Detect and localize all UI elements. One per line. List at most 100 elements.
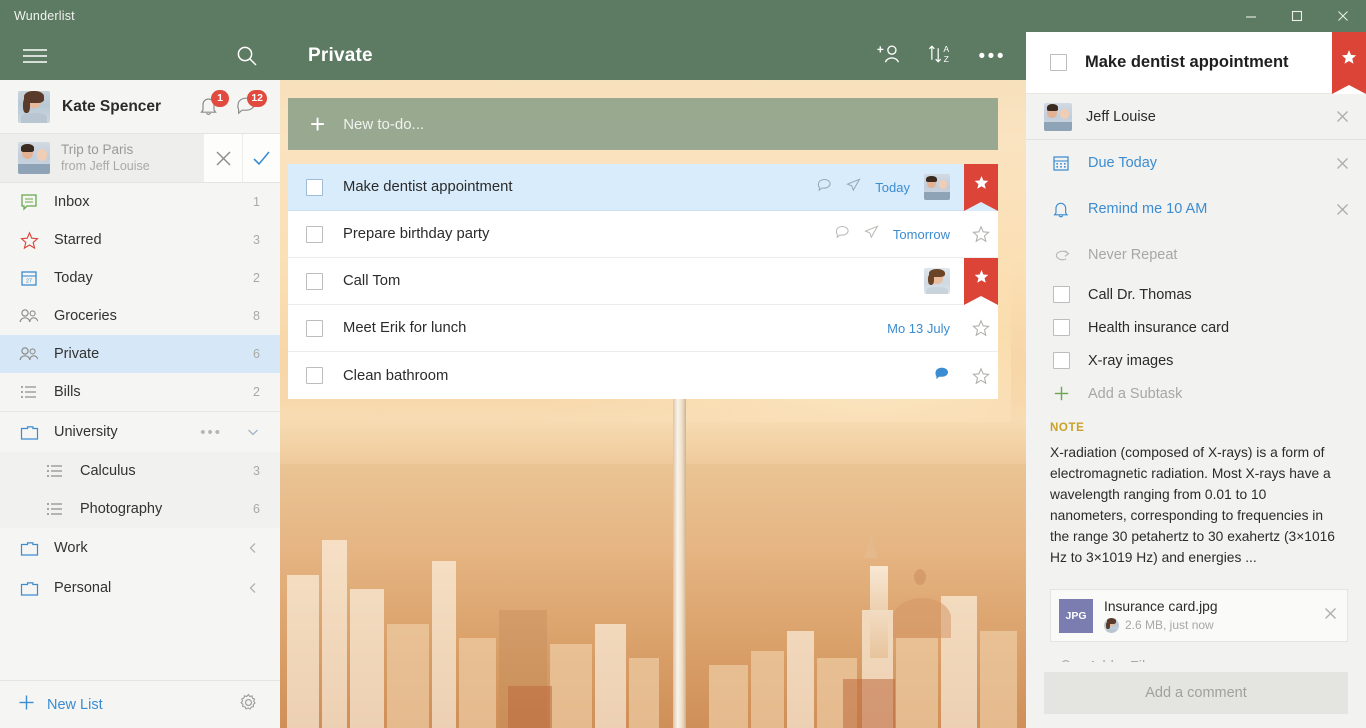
add-subtask-row[interactable]: Add a Subtask [1026,377,1366,410]
minimize-button[interactable] [1228,0,1274,32]
task-label: Clean bathroom [343,367,449,384]
close-button[interactable] [1320,0,1366,32]
sort-az-icon[interactable]: A Z [928,43,953,70]
sidebar-item-calculus[interactable]: Calculus 3 [0,452,280,490]
close-icon[interactable] [1332,203,1352,216]
subtask-row[interactable]: X-ray images [1026,344,1366,377]
detail-due-label: Due Today [1088,155,1158,171]
sidebar-item-bills[interactable]: Bills 2 [0,373,280,411]
chevron-left-icon[interactable] [246,581,260,595]
sidebar-item-groceries[interactable]: Groceries 8 [0,297,280,335]
subtask-checkbox[interactable] [1050,352,1072,369]
detail-repeat-label: Never Repeat [1088,247,1178,263]
add-comment-input[interactable]: Add a comment [1044,672,1348,714]
new-list-button[interactable]: New List [18,694,103,715]
comment-icon [817,178,832,197]
chevron-left-icon[interactable] [246,541,260,555]
avatar [18,142,50,174]
sidebar-item-private[interactable]: Private 6 [0,335,280,373]
detail-due-row[interactable]: Due Today [1026,140,1366,186]
task-checkbox[interactable] [306,225,323,243]
star-ribbon[interactable] [964,163,998,211]
sidebar-item-label: Inbox [54,194,90,210]
folder-icon [18,540,40,557]
user-name: Kate Spencer [62,97,162,115]
sidebar-item-photography[interactable]: Photography 6 [0,490,280,528]
gear-icon[interactable] [239,693,258,717]
avatar [924,268,950,294]
calendar-icon [1050,154,1072,172]
sidebar-item-label: Today [54,270,93,286]
maximize-button[interactable] [1274,0,1320,32]
detail-assignee-name: Jeff Louise [1086,108,1156,125]
add-todo-input[interactable]: + New to-do... [288,98,998,150]
decline-invite-button[interactable] [204,134,242,182]
note-block[interactable]: NOTE X-radiation (composed of X-rays) is… [1026,410,1366,575]
sidebar-folder-label: Work [54,540,88,556]
sidebar-item-inbox[interactable]: Inbox 1 [0,183,280,221]
star-toggle[interactable] [964,366,998,385]
detail-star-ribbon[interactable] [1332,31,1366,94]
file-info: Insurance card.jpg 2.6 MB, just now [1104,598,1313,634]
subtask-checkbox[interactable] [1050,319,1072,336]
invite-texts: Trip to Paris from Jeff Louise [61,142,193,174]
subtask-row[interactable]: Health insurance card [1026,311,1366,344]
invite-title: Trip to Paris [61,142,134,158]
note-icon [846,177,861,197]
messages-count: 12 [247,89,267,107]
sidebar-folder-personal[interactable]: Personal [0,568,280,608]
task-checkbox[interactable] [306,178,323,196]
detail-assignee-row[interactable]: Jeff Louise [1026,94,1366,140]
more-dots-icon[interactable]: ••• [979,47,1006,66]
sidebar-item-count: 6 [253,502,260,516]
sidebar-item-label: Bills [54,384,81,400]
hamburger-icon[interactable] [22,47,48,65]
list-icon [18,384,40,400]
add-file-row[interactable]: Add a File [1026,642,1366,662]
invite-actions [204,134,280,182]
detail-task-checkbox[interactable] [1050,54,1067,71]
task-row[interactable]: Make dentist appointment Today [288,163,998,211]
task-detail-panel: Make dentist appointment Jeff Louise Due… [1026,31,1366,728]
file-name: Insurance card.jpg [1104,598,1218,614]
sidebar-item-count: 2 [253,385,260,399]
notifications-button[interactable]: 1 [198,89,229,119]
sidebar-item-starred[interactable]: Starred 3 [0,221,280,259]
more-dots-icon[interactable]: ••• [200,424,232,441]
task-checkbox[interactable] [306,272,323,290]
task-label: Make dentist appointment [343,179,513,195]
add-person-icon[interactable] [876,43,902,70]
subtask-row[interactable]: Call Dr. Thomas [1026,278,1366,311]
star-toggle[interactable] [964,225,998,243]
search-icon[interactable] [236,45,258,67]
user-row[interactable]: Kate Spencer 1 12 [0,80,280,133]
star-toggle[interactable] [964,319,998,337]
close-icon[interactable] [1324,607,1337,625]
close-icon[interactable] [1332,110,1352,123]
title-bar: Wunderlist [0,0,1366,32]
task-checkbox[interactable] [306,367,323,384]
sidebar-item-count: 3 [253,233,260,247]
file-attachment[interactable]: JPG Insurance card.jpg 2.6 MB, just now [1050,588,1348,643]
subtask-checkbox[interactable] [1050,286,1072,303]
task-checkbox[interactable] [306,319,323,337]
task-list: Make dentist appointment Today Prepare b… [288,163,998,399]
sidebar-folder-work[interactable]: Work [0,528,280,568]
detail-reminder-row[interactable]: Remind me 10 AM [1026,186,1366,232]
accept-invite-button[interactable] [242,134,280,182]
task-row[interactable]: Clean bathroom [288,352,998,399]
task-row[interactable]: Call Tom [288,257,998,305]
detail-repeat-row[interactable]: Never Repeat [1026,232,1366,278]
sidebar-item-label: Calculus [80,463,136,479]
sidebar-folder-university[interactable]: University ••• [0,412,280,452]
sidebar-item-today[interactable]: 27 Today 2 [0,259,280,297]
note-label: NOTE [1050,422,1085,434]
chevron-down-icon[interactable] [246,425,260,439]
task-meta [924,268,964,294]
close-icon[interactable] [1332,157,1352,170]
detail-task-title: Make dentist appointment [1085,53,1289,71]
star-ribbon[interactable] [964,257,998,305]
messages-button[interactable]: 12 [236,89,267,119]
task-row[interactable]: Meet Erik for lunch Mo 13 July [288,305,998,352]
task-row[interactable]: Prepare birthday party Tomorrow [288,211,998,258]
